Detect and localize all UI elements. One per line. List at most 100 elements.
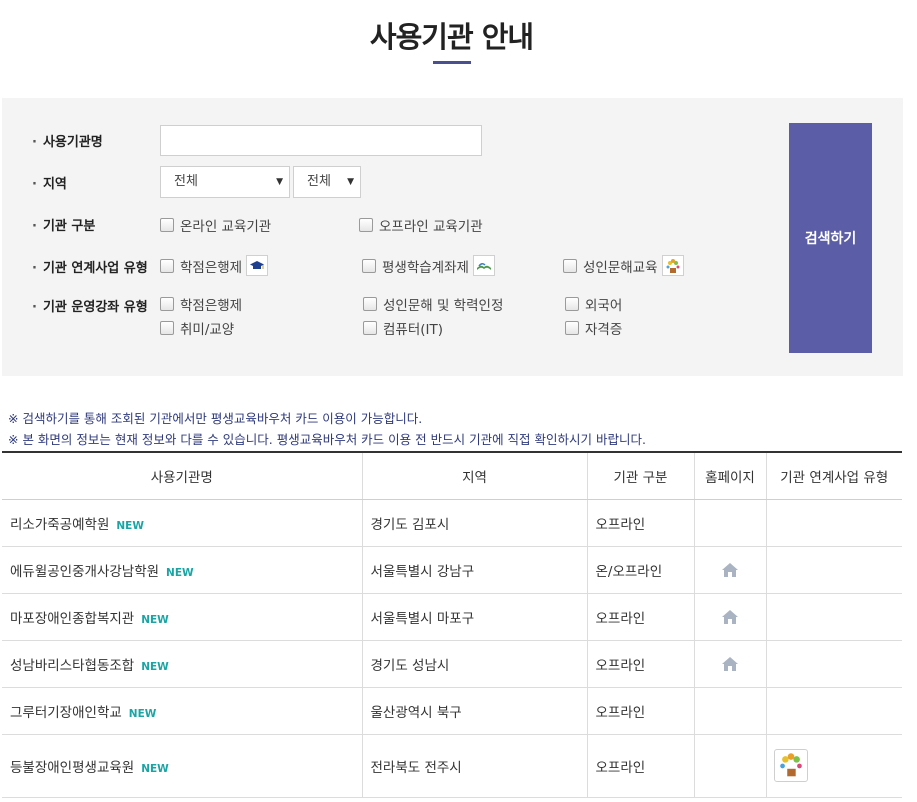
- row-name-cell[interactable]: 에듀윌공인중개사강남학원 NEW: [2, 546, 362, 594]
- biz-account-checkbox[interactable]: 평생학습계좌제: [362, 255, 495, 276]
- biz-credit-bank-label: 학점은행제: [180, 259, 243, 276]
- row-homepage-cell: [693, 546, 766, 594]
- biz-credit-bank-checkbox[interactable]: 학점은행제: [160, 255, 269, 276]
- course-literacy-label: 성인문해 및 학력인정: [383, 298, 504, 314]
- new-badge: NEW: [116, 519, 144, 532]
- course-hobby-label: 취미/교양: [180, 322, 235, 338]
- new-badge: NEW: [141, 762, 169, 775]
- table-row[interactable]: 마포장애인종합복지관 NEW 서울특별시 마포구 오프라인: [2, 593, 902, 641]
- row-name-cell[interactable]: 리소가죽공예학원 NEW: [2, 499, 362, 547]
- row-region-cell: 서울특별시 강남구: [361, 546, 587, 594]
- type-online-checkbox[interactable]: 온라인 교육기관: [160, 215, 271, 235]
- course-label: 기관 운영강좌 유형: [32, 296, 148, 315]
- row-homepage-cell: [693, 593, 766, 641]
- course-computer-checkbox[interactable]: 컴퓨터(IT): [363, 318, 443, 338]
- course-language-checkbox[interactable]: 외국어: [565, 294, 622, 314]
- chevron-down-icon: ▼: [347, 177, 354, 187]
- region-value: 서울특별시 마포구: [370, 610, 475, 627]
- institution-name[interactable]: 그루터기장애인학교: [10, 705, 122, 721]
- row-homepage-cell: [693, 499, 766, 547]
- checkbox-box[interactable]: [363, 321, 377, 335]
- row-name-cell[interactable]: 성남바리스타협동조합 NEW: [2, 640, 362, 688]
- table-row[interactable]: 에듀윌공인중개사강남학원 NEW 서울특별시 강남구 온/오프라인: [2, 546, 902, 594]
- flower-pot-icon: [773, 749, 808, 782]
- checkbox-box[interactable]: [160, 218, 174, 232]
- result-table: 사용기관명 지역 기관 구분 홈페이지 기관 연계사업 유형 리소가죽공예학원 N…: [2, 451, 902, 798]
- title-underline: [433, 61, 471, 64]
- row-biz-cell: [765, 593, 902, 641]
- checkbox-box[interactable]: [359, 218, 373, 232]
- type-value: 오프라인: [595, 657, 646, 674]
- region-value: 울산광역시 북구: [370, 704, 462, 721]
- row-biz-cell: [765, 687, 902, 735]
- search-panel: 사용기관명 지역 전체 ▼ 전체 ▼ 기관 구분 온라인 교육기관 오프라인 교…: [2, 98, 903, 376]
- institution-name[interactable]: 등불장애인평생교육원: [10, 760, 134, 776]
- biz-literacy-label: 성인문해교육: [583, 259, 658, 276]
- type-offline-checkbox[interactable]: 오프라인 교육기관: [359, 215, 483, 235]
- row-name-cell[interactable]: 그루터기장애인학교 NEW: [2, 687, 362, 735]
- flower-pot-icon: [661, 255, 684, 276]
- header-name: 사용기관명: [2, 451, 362, 500]
- institution-name[interactable]: 에듀윌공인중개사강남학원: [10, 564, 159, 580]
- row-type-cell: 오프라인: [586, 640, 694, 688]
- row-name-cell[interactable]: 등불장애인평생교육원 NEW: [2, 734, 362, 798]
- book-icon: [472, 255, 495, 276]
- type-value: 오프라인: [595, 704, 646, 721]
- notice-line-2: ※ 본 화면의 정보는 현재 정보와 다를 수 있습니다. 평생교육바우처 카드…: [8, 432, 646, 447]
- home-icon[interactable]: [721, 609, 739, 625]
- checkbox-box[interactable]: [362, 258, 376, 273]
- course-literacy-checkbox[interactable]: 성인문해 및 학력인정: [363, 294, 503, 314]
- course-computer-label: 컴퓨터(IT): [383, 322, 444, 338]
- region-select-province-value: 전체: [174, 174, 198, 189]
- table-row[interactable]: 성남바리스타협동조합 NEW 경기도 성남시 오프라인: [2, 640, 902, 688]
- course-hobby-checkbox[interactable]: 취미/교양: [160, 318, 234, 338]
- region-value: 경기도 김포시: [370, 516, 450, 533]
- region-value: 서울특별시 강남구: [370, 563, 475, 580]
- home-icon[interactable]: [721, 562, 739, 578]
- biz-label: 기관 연계사업 유형: [32, 257, 148, 276]
- checkbox-box[interactable]: [363, 297, 377, 311]
- search-button[interactable]: 검색하기: [789, 123, 872, 353]
- region-select-province[interactable]: 전체 ▼: [160, 166, 290, 198]
- table-row[interactable]: 등불장애인평생교육원 NEW 전라북도 전주시 오프라인: [2, 734, 902, 798]
- checkbox-box[interactable]: [160, 321, 174, 335]
- region-select-city-value: 전체: [307, 174, 331, 189]
- home-icon[interactable]: [721, 656, 739, 672]
- name-label: 사용기관명: [32, 131, 103, 150]
- institution-name[interactable]: 성남바리스타협동조합: [10, 658, 134, 674]
- checkbox-box[interactable]: [160, 258, 174, 273]
- row-biz-cell: [765, 734, 902, 798]
- row-type-cell: 오프라인: [586, 687, 694, 735]
- type-value: 오프라인: [595, 610, 646, 627]
- header-type: 기관 구분: [586, 451, 694, 500]
- biz-account-label: 평생학습계좌제: [382, 259, 469, 276]
- graduation-cap-icon: [246, 255, 269, 276]
- new-badge: NEW: [166, 566, 194, 579]
- row-homepage-cell: [693, 640, 766, 688]
- page-title: 사용기관 안내: [369, 20, 534, 54]
- new-badge: NEW: [141, 613, 169, 626]
- course-credit-bank-checkbox[interactable]: 학점은행제: [160, 294, 242, 314]
- checkbox-box[interactable]: [565, 321, 579, 335]
- type-online-label: 온라인 교육기관: [180, 219, 272, 235]
- header-biz-type: 기관 연계사업 유형: [765, 451, 902, 500]
- institution-name-input[interactable]: [160, 125, 482, 156]
- type-offline-label: 오프라인 교육기관: [379, 219, 483, 235]
- course-certificate-checkbox[interactable]: 자격증: [565, 318, 622, 338]
- table-row[interactable]: 그루터기장애인학교 NEW 울산광역시 북구 오프라인: [2, 687, 902, 735]
- table-row[interactable]: 리소가죽공예학원 NEW 경기도 김포시 오프라인: [2, 499, 902, 547]
- checkbox-box[interactable]: [565, 297, 579, 311]
- row-name-cell[interactable]: 마포장애인종합복지관 NEW: [2, 593, 362, 641]
- type-value: 오프라인: [595, 759, 646, 776]
- row-biz-cell: [765, 546, 902, 594]
- row-homepage-cell: [693, 734, 766, 798]
- checkbox-box[interactable]: [160, 297, 174, 311]
- row-homepage-cell: [693, 687, 766, 735]
- region-select-city[interactable]: 전체 ▼: [293, 166, 361, 198]
- checkbox-box[interactable]: [563, 258, 577, 273]
- institution-name[interactable]: 리소가죽공예학원: [10, 517, 109, 533]
- chevron-down-icon: ▼: [276, 177, 283, 187]
- type-value: 온/오프라인: [595, 563, 663, 580]
- institution-name[interactable]: 마포장애인종합복지관: [10, 611, 134, 627]
- biz-literacy-checkbox[interactable]: 성인문해교육: [563, 255, 684, 276]
